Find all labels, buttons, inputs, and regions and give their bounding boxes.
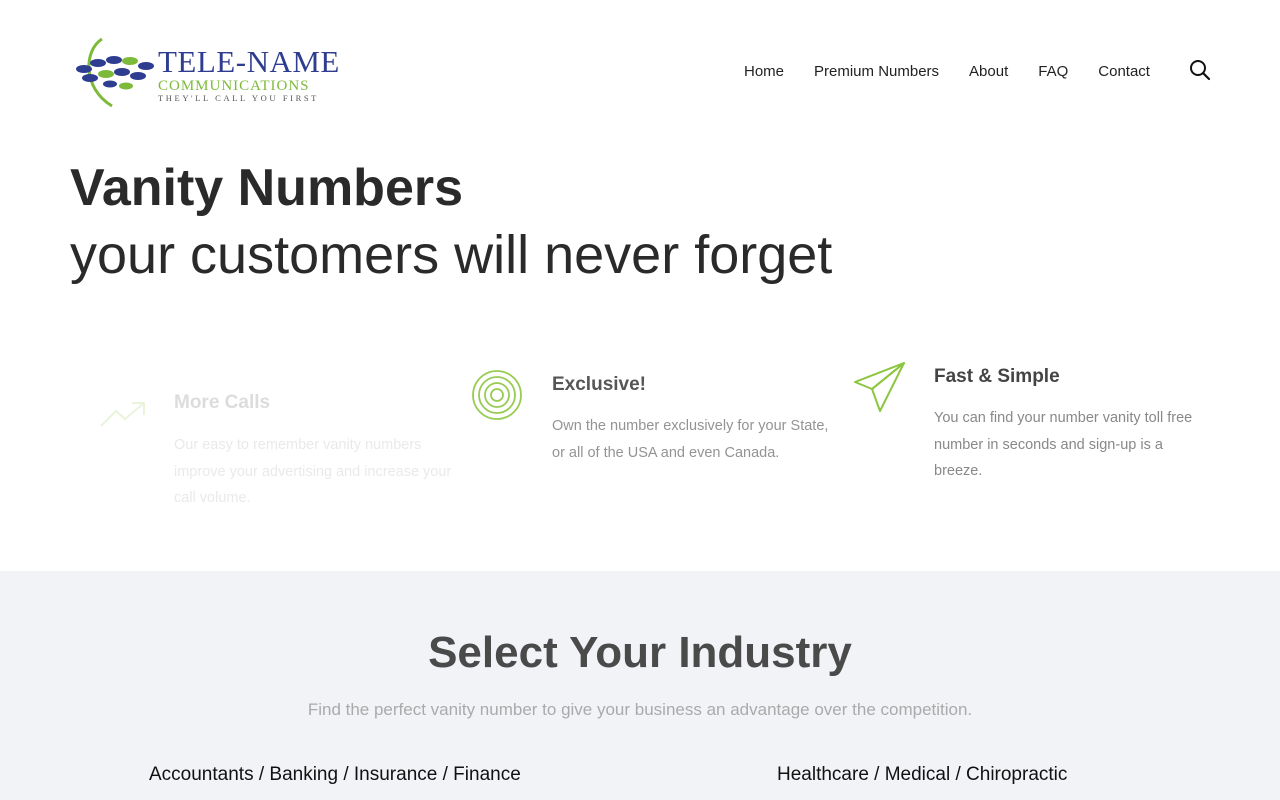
feature-text: Our easy to remember vanity numbers impr… <box>174 437 452 506</box>
main-nav: Home Premium Numbers About FAQ Contact <box>744 62 1150 82</box>
logo-name: TELE-NAME <box>158 44 340 79</box>
target-icon <box>472 370 522 420</box>
search-icon <box>1190 60 1211 81</box>
logo-subtitle: COMMUNICATIONS <box>158 78 310 94</box>
feature-title: More Calls <box>174 392 271 413</box>
nav-home[interactable]: Home <box>744 62 784 82</box>
nav-about[interactable]: About <box>969 62 1008 82</box>
paper-plane-icon <box>854 362 905 412</box>
nav-premium-numbers[interactable]: Premium Numbers <box>814 62 939 82</box>
industry-subtitle: Find the perfect vanity number to give y… <box>307 700 973 719</box>
industry-section: Select Your Industry Find the perfect va… <box>0 571 1280 800</box>
feature-text: You can find your number vanity toll fre… <box>934 410 1193 479</box>
industry-title: Select Your Industry <box>428 628 852 677</box>
industry-item-healthcare[interactable]: Healthcare / Medical / Chiropractic <box>777 763 1067 787</box>
hero-subtitle: your customers will never forget <box>70 225 833 285</box>
hero-title: Vanity Numbers <box>70 159 464 217</box>
logo-tagline: They'll Call You First <box>158 93 319 103</box>
nav-faq[interactable]: FAQ <box>1038 62 1068 82</box>
industry-item-finance[interactable]: Accountants / Banking / Insurance / Fina… <box>149 763 521 787</box>
logo-mark-icon <box>76 37 154 108</box>
feature-exclusive: Exclusive! Own the number exclusively fo… <box>470 368 840 478</box>
feature-title: Fast & Simple <box>934 366 1060 387</box>
search-button[interactable] <box>1188 58 1212 82</box>
feature-title: Exclusive! <box>552 374 646 395</box>
trending-up-icon <box>100 402 145 427</box>
site-header: TELE-NAME COMMUNICATIONS They'll Call Yo… <box>0 0 1280 140</box>
feature-more-calls: More Calls Our easy to remember vanity n… <box>96 392 476 515</box>
feature-text: Own the number exclusively for your Stat… <box>552 418 829 461</box>
logo[interactable]: TELE-NAME COMMUNICATIONS They'll Call Yo… <box>72 36 342 110</box>
nav-contact[interactable]: Contact <box>1098 62 1150 82</box>
feature-fast-simple: Fast & Simple You can find your number v… <box>852 360 1232 490</box>
